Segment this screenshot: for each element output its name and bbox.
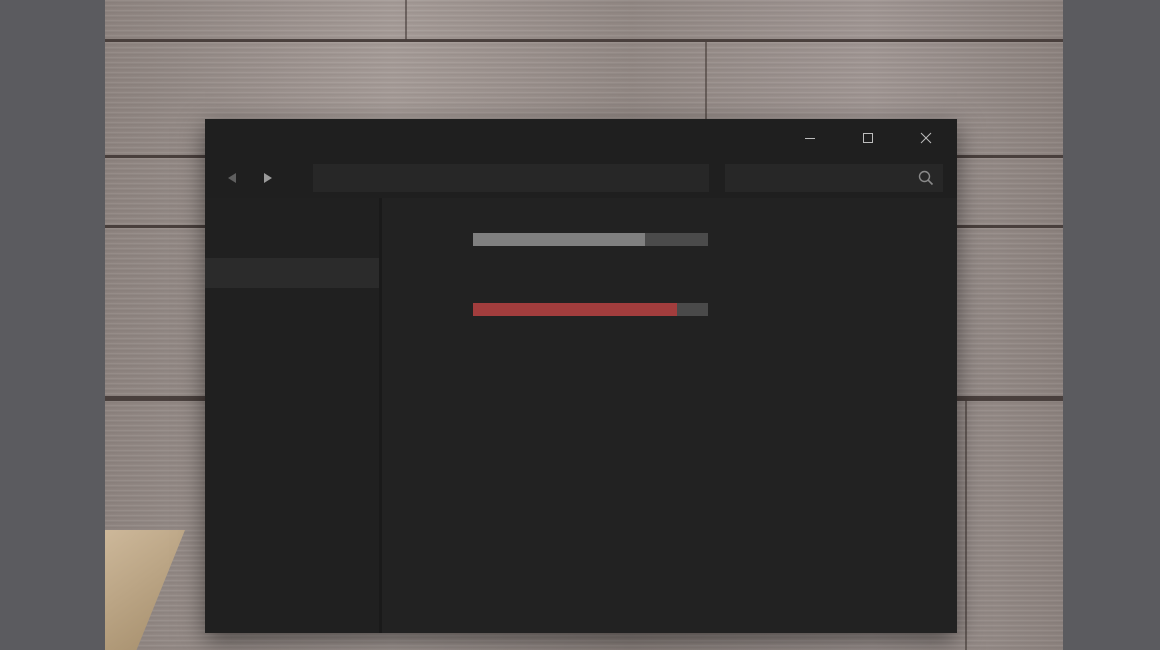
sidebar-item-selected[interactable] (205, 258, 379, 288)
progress-bar-red (473, 303, 708, 316)
screen (0, 0, 1160, 650)
left-gutter (0, 0, 105, 650)
title-bar[interactable] (205, 119, 957, 157)
close-icon (920, 132, 932, 144)
app-window (205, 119, 957, 633)
search-button[interactable] (913, 166, 939, 190)
address-bar[interactable] (313, 164, 709, 192)
plank-seam (105, 39, 1063, 42)
search-input[interactable] (725, 164, 909, 192)
plank-seam (405, 0, 407, 40)
plank-seam (965, 400, 967, 650)
navigation-bar (205, 157, 957, 198)
chevron-left-icon (228, 173, 236, 183)
search-box (725, 164, 943, 192)
minimize-button[interactable] (781, 119, 839, 157)
main-content (382, 198, 957, 633)
sidebar (205, 198, 379, 633)
progress-bar-fill (473, 233, 645, 246)
chevron-right-icon (264, 173, 272, 183)
search-icon (918, 170, 934, 186)
maximize-button[interactable] (839, 119, 897, 157)
progress-bar-fill (473, 303, 678, 316)
sidebar-item[interactable] (205, 228, 379, 258)
close-button[interactable] (897, 119, 955, 157)
wood-plank (105, 0, 1063, 40)
minimize-icon (805, 138, 815, 139)
maximize-icon (863, 133, 873, 143)
progress-bar-gray (473, 233, 708, 246)
forward-button[interactable] (254, 165, 282, 191)
back-button[interactable] (218, 165, 246, 191)
right-gutter (1063, 0, 1160, 650)
